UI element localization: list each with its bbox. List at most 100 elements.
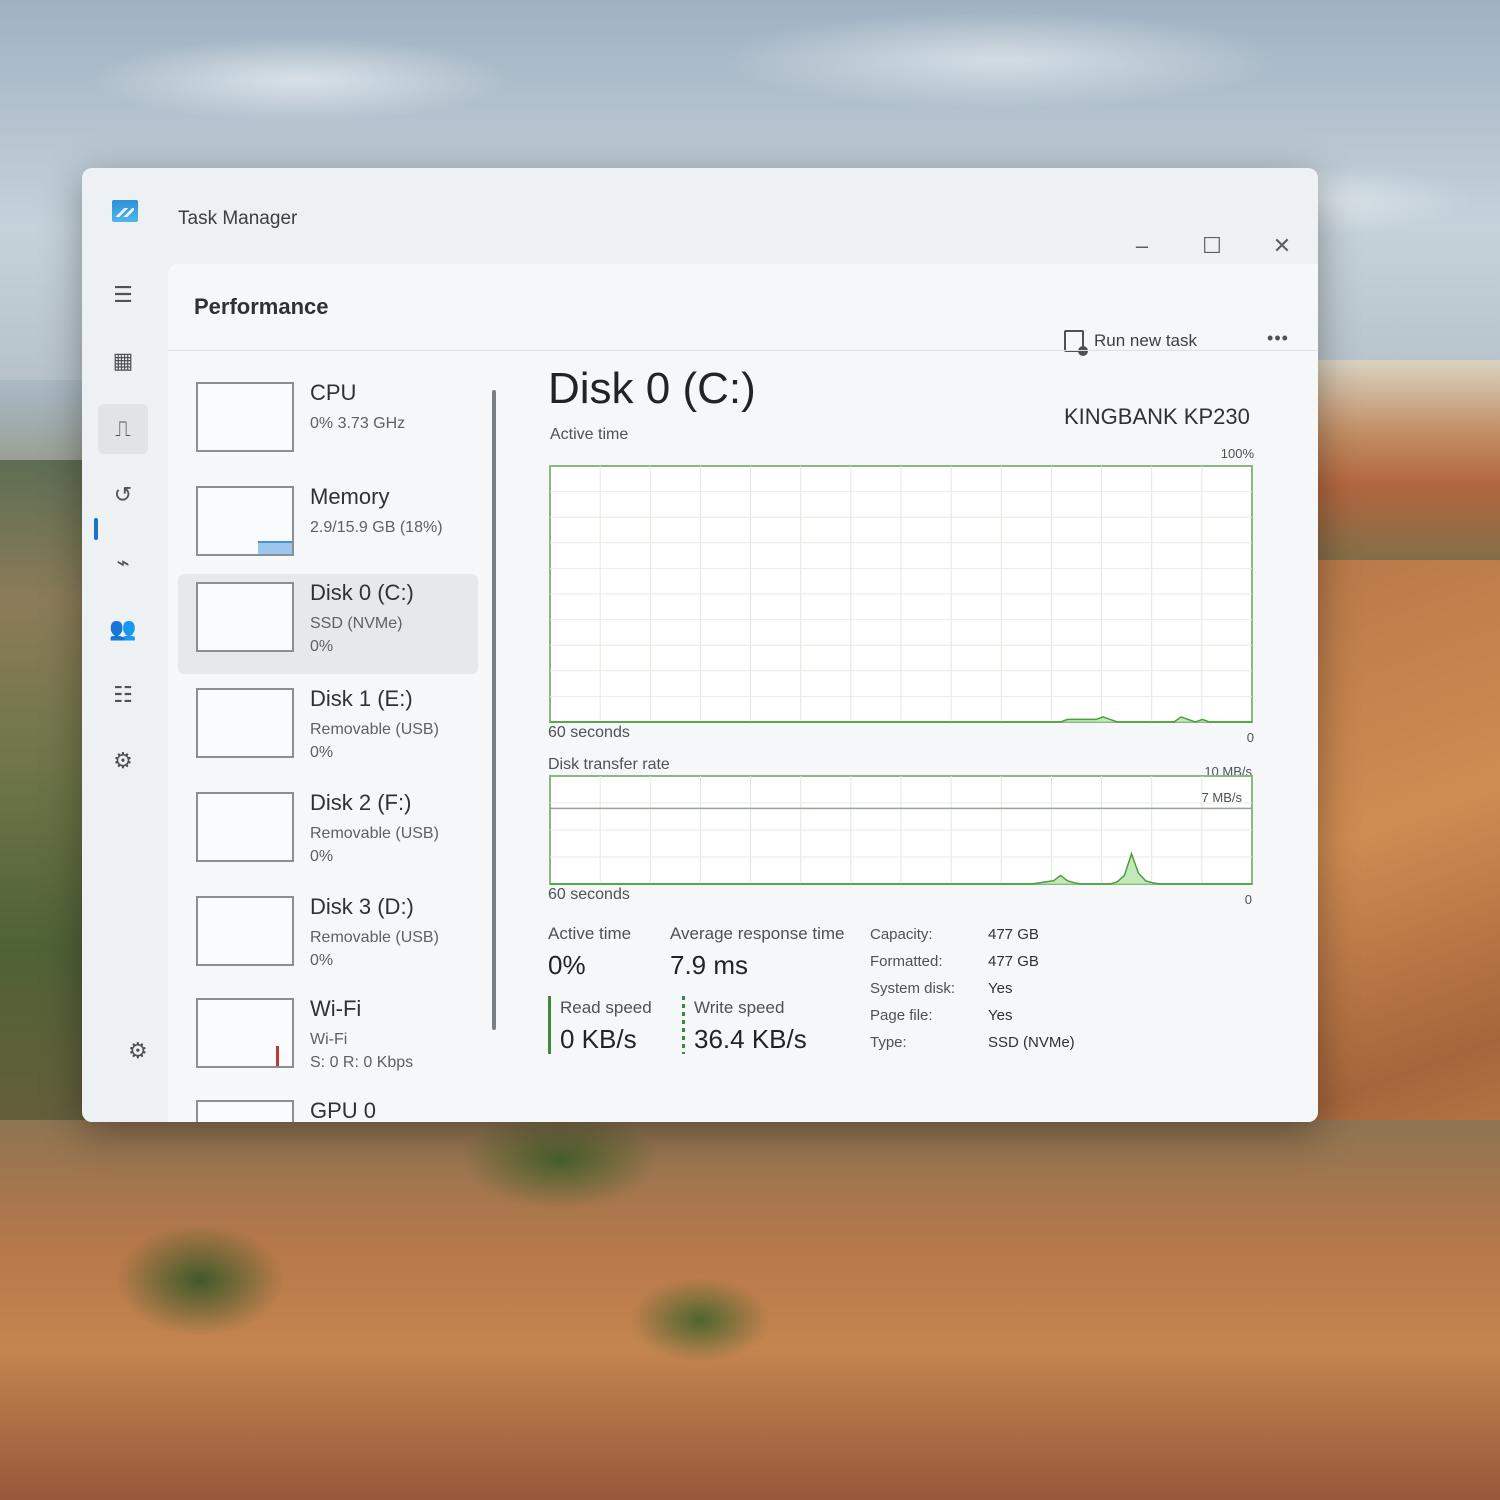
nav-hamburger[interactable]: ☰	[98, 270, 148, 320]
transfer-rate-min-label: 0	[1244, 892, 1252, 907]
app-history-icon: ↺	[113, 482, 133, 507]
wifi-activity-spike	[276, 1046, 279, 1066]
property-value: 477 GB	[988, 953, 1039, 970]
window-title: Task Manager	[178, 208, 298, 229]
device-type: Removable (USB)	[310, 825, 439, 842]
device-detail: SSD (NVMe) 0%	[310, 612, 402, 658]
device-name: Disk 1 (E:)	[310, 686, 413, 711]
active-time-chart	[549, 465, 1253, 723]
wallpaper-ground	[0, 1120, 1500, 1500]
transfer-rate-window-label: 60 seconds	[548, 886, 630, 903]
minimize-icon: –	[1135, 233, 1149, 258]
scrollbar-thumb[interactable]	[492, 390, 496, 1030]
page-title: Performance	[194, 294, 329, 319]
device-type: Removable (USB)	[310, 721, 439, 738]
nav-performance[interactable]: ⎍	[98, 404, 148, 454]
title-bar[interactable]: Task Manager – ☐ ✕	[82, 168, 1318, 258]
property-value: 477 GB	[988, 926, 1039, 943]
device-type: SSD (NVMe)	[310, 615, 403, 632]
device-item-disk-0[interactable]: Disk 0 (C:) SSD (NVMe) 0%	[178, 574, 478, 674]
more-options-button[interactable]: •••	[1258, 328, 1298, 358]
run-new-task-label: Run new task	[1094, 331, 1197, 350]
more-options-icon: •••	[1267, 328, 1289, 348]
gpu-0-thumbnail	[196, 1100, 294, 1122]
maximize-button[interactable]: ☐	[1192, 228, 1232, 264]
device-name: Disk 0 (C:)	[310, 580, 414, 605]
device-item-disk-2[interactable]: Disk 2 (F:) Removable (USB) 0%	[178, 784, 478, 884]
device-item-cpu[interactable]: CPU 0% 3.73 GHz	[178, 374, 478, 474]
device-item-disk-3[interactable]: Disk 3 (D:) Removable (USB) 0%	[178, 888, 478, 988]
read-speed-marker	[548, 996, 551, 1054]
property-key: Capacity:	[870, 926, 933, 943]
active-time-stat-value: 0%	[548, 950, 586, 980]
nav-active-indicator	[94, 518, 98, 540]
services-icon: ⚙	[113, 748, 133, 773]
device-detail: Removable (USB) 0%	[310, 926, 439, 972]
device-usage: 0%	[310, 952, 334, 969]
device-usage: 0%	[310, 744, 334, 761]
disk-model: KINGBANK KP230	[1064, 404, 1250, 429]
read-speed-value: 0 KB/s	[560, 1024, 637, 1054]
device-detail: Wi-Fi S: 0 R: 0 Kbps	[310, 1028, 413, 1074]
performance-page: Performance Run new task ••• CPU 0% 3.73…	[168, 264, 1318, 1122]
device-detail: 0% 3.73 GHz	[310, 415, 406, 432]
property-value: Yes	[988, 980, 1013, 997]
close-icon: ✕	[1272, 233, 1292, 258]
device-detail: Removable (USB) 0%	[310, 822, 439, 868]
device-type: Removable (USB)	[310, 929, 439, 946]
device-type: Wi-Fi	[310, 1031, 348, 1048]
device-list-scrollbar[interactable]	[490, 390, 498, 1120]
active-time-stat-label: Active time	[548, 924, 632, 943]
active-time-chart-label: Active time	[550, 426, 629, 443]
header-divider	[168, 350, 1318, 351]
memory-thumbnail	[196, 486, 294, 556]
property-value: SSD (NVMe)	[988, 1034, 1075, 1051]
processes-icon: ▦	[112, 348, 134, 373]
device-detail: 2.9/15.9 GB (18%)	[310, 519, 443, 536]
device-item-disk-1[interactable]: Disk 1 (E:) Removable (USB) 0%	[178, 680, 478, 780]
property-key: Formatted:	[870, 953, 943, 970]
device-item-wifi[interactable]: Wi-Fi Wi-Fi S: 0 R: 0 Kbps	[178, 990, 478, 1090]
nav-app-history[interactable]: ↺	[98, 470, 148, 520]
write-speed-value: 36.4 KB/s	[694, 1024, 807, 1054]
device-item-memory[interactable]: Memory 2.9/15.9 GB (18%)	[178, 478, 478, 578]
device-name: Memory	[310, 484, 390, 509]
transfer-rate-mid-label: 7 MB/s	[1201, 790, 1242, 805]
settings-icon: ⚙	[128, 1038, 148, 1063]
device-name: Disk 3 (D:)	[310, 894, 414, 919]
write-speed-marker	[682, 996, 685, 1054]
device-usage: 0%	[310, 848, 334, 865]
nav-processes[interactable]: ▦	[98, 336, 148, 386]
nav-rail: ☰ ▦ ⎍ ↺ ⌁ 👥 ☷ ⚙ ⚙	[82, 258, 168, 1122]
active-time-min-label: 0	[1246, 730, 1254, 745]
device-name: GPU 0	[310, 1098, 377, 1122]
device-usage: 0%	[310, 638, 334, 655]
property-key: System disk:	[870, 980, 956, 997]
disk-2-thumbnail	[196, 792, 294, 862]
nav-users[interactable]: 👥	[98, 604, 148, 654]
device-list: CPU 0% 3.73 GHz Memory 2.9/15.9 GB (18%)…	[178, 374, 488, 1122]
device-name: Disk 2 (F:)	[310, 790, 412, 815]
avg-response-value: 7.9 ms	[670, 950, 749, 980]
device-item-gpu-0[interactable]: GPU 0	[178, 1092, 478, 1122]
nav-details[interactable]: ☷	[98, 670, 148, 720]
minimize-button[interactable]: –	[1122, 228, 1162, 264]
device-name: Wi-Fi	[310, 996, 362, 1021]
hamburger-menu-icon: ☰	[113, 282, 133, 307]
close-button[interactable]: ✕	[1262, 228, 1302, 264]
disk-1-thumbnail	[196, 688, 294, 758]
task-manager-app-icon	[112, 200, 138, 222]
memory-usage-fill	[258, 541, 292, 554]
run-new-task-button[interactable]: Run new task	[1064, 326, 1197, 356]
property-key: Page file:	[870, 1007, 933, 1024]
details-icon: ☷	[113, 682, 133, 707]
property-value: Yes	[988, 1007, 1013, 1024]
disk-3-thumbnail	[196, 896, 294, 966]
nav-startup-apps[interactable]: ⌁	[98, 538, 148, 588]
nav-services[interactable]: ⚙	[98, 736, 148, 786]
transfer-rate-chart-label: Disk transfer rate	[548, 756, 670, 773]
disk-title: Disk 0 (C:)	[548, 364, 756, 413]
active-time-max-label: 100%	[1220, 446, 1254, 461]
settings-button[interactable]: ⚙	[128, 1038, 148, 1064]
run-new-task-icon	[1064, 330, 1088, 356]
